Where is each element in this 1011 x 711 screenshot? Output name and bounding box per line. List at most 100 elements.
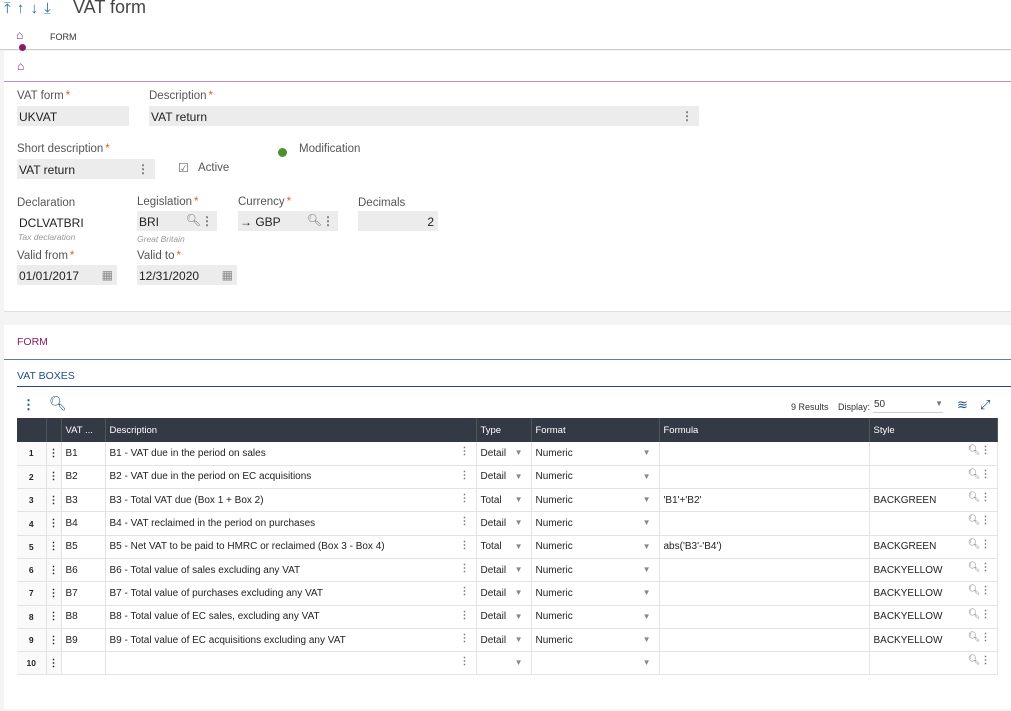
cell-description[interactable]: B1 - VAT due in the period on sales ⋮ <box>105 442 477 466</box>
column-header-type[interactable]: Type <box>476 418 532 442</box>
more-icon[interactable]: ⋮ <box>460 470 470 481</box>
cell-format[interactable]: Numeric ▼ <box>531 558 660 583</box>
row-menu-icon[interactable]: ⋮ <box>46 535 62 559</box>
search-icon[interactable]: 🔍︎ <box>968 585 981 596</box>
search-icon[interactable]: 🔍︎ <box>968 562 981 573</box>
home-icon[interactable]: ⌂ <box>16 28 23 42</box>
cell-description[interactable]: B6 - Total value of sales excluding any … <box>105 558 477 583</box>
cell-formula[interactable] <box>659 651 870 676</box>
more-icon[interactable]: ⋮ <box>201 214 213 228</box>
row-menu-icon[interactable]: ⋮ <box>46 651 62 676</box>
cell-formula[interactable] <box>659 465 870 490</box>
cell-formula[interactable]: 'B1'+'B2' <box>659 488 870 513</box>
cell-description[interactable]: ⋮ <box>105 651 477 676</box>
search-icon[interactable]: 🔍︎ <box>968 655 981 666</box>
cell-format[interactable]: Numeric ▼ <box>531 442 660 466</box>
row-menu-icon[interactable]: ⋮ <box>46 628 62 653</box>
more-icon[interactable]: ⋮ <box>981 632 991 643</box>
table-row[interactable]: 7 ⋮ B7 B7 - Total value of purchases exclud… <box>17 581 998 606</box>
more-icon[interactable]: ⋮ <box>460 586 470 597</box>
search-icon[interactable]: 🔍︎ <box>968 492 981 503</box>
cell-style[interactable]: BACKYELLOW 🔍︎ ⋮ <box>869 605 998 629</box>
layers-icon[interactable]: ≋ <box>957 397 968 413</box>
cell-format[interactable]: Numeric ▼ <box>531 465 660 490</box>
calendar-icon[interactable]: ▦ <box>222 268 233 282</box>
cell-formula[interactable] <box>659 558 870 583</box>
row-menu-icon[interactable]: ⋮ <box>46 488 62 513</box>
currency-field[interactable]: → GBP 🔍︎ ⋮ <box>238 211 338 231</box>
cell-type[interactable]: ▼ <box>476 651 532 676</box>
more-icon[interactable]: ⋮ <box>460 633 470 644</box>
cell-type[interactable]: Detail ▼ <box>476 511 532 536</box>
column-header-vat[interactable]: VAT ... <box>61 418 106 442</box>
more-icon[interactable]: ⋮ <box>460 516 470 527</box>
cell-description[interactable]: B4 - VAT reclaimed in the period on purc… <box>105 511 477 536</box>
cell-style[interactable]: BACKGREEN 🔍︎ ⋮ <box>869 535 998 559</box>
cell-type[interactable]: Total ▼ <box>476 488 532 513</box>
column-header-formula[interactable]: Formula <box>659 418 870 442</box>
search-icon[interactable]: 🔍︎ <box>49 395 67 412</box>
cell-format[interactable]: Numeric ▼ <box>531 581 660 606</box>
table-row[interactable]: 3 ⋮ B3 B3 - Total VAT due (Box 1 + Box 2) ⋮ T… <box>17 488 998 513</box>
cell-style[interactable]: BACKYELLOW 🔍︎ ⋮ <box>869 628 998 653</box>
legislation-field[interactable]: BRI 🔍︎ ⋮ <box>137 211 217 231</box>
search-icon[interactable]: 🔍︎ <box>968 469 981 480</box>
active-checkbox-icon[interactable]: ☑ <box>178 161 189 175</box>
row-menu-icon[interactable]: ⋮ <box>46 465 62 490</box>
cell-format[interactable]: Numeric ▼ <box>531 605 660 629</box>
cell-style[interactable]: BACKYELLOW 🔍︎ ⋮ <box>869 581 998 606</box>
cell-style[interactable]: BACKYELLOW 🔍︎ ⋮ <box>869 558 998 583</box>
row-menu-icon[interactable]: ⋮ <box>46 581 62 606</box>
cell-code[interactable]: B4 <box>61 511 106 536</box>
search-icon[interactable]: 🔍︎ <box>968 515 981 526</box>
cell-description[interactable]: B8 - Total value of EC sales, excluding … <box>105 605 477 629</box>
cell-code[interactable]: B5 <box>61 535 106 559</box>
search-icon[interactable]: 🔍︎ <box>307 213 322 227</box>
cell-formula[interactable] <box>659 628 870 653</box>
cell-code[interactable]: B3 <box>61 488 106 513</box>
cell-format[interactable]: Numeric ▼ <box>531 511 660 536</box>
cell-code[interactable]: B6 <box>61 558 106 583</box>
search-icon[interactable]: 🔍︎ <box>186 213 201 227</box>
cell-description[interactable]: B3 - Total VAT due (Box 1 + Box 2) ⋮ <box>105 488 477 513</box>
more-icon[interactable]: ⋮ <box>460 656 470 667</box>
row-menu-icon[interactable]: ⋮ <box>46 558 62 583</box>
expand-icon[interactable]: ⤢ <box>980 397 990 413</box>
more-icon[interactable]: ⋮ <box>681 109 693 123</box>
column-header-style[interactable]: Style <box>869 418 998 442</box>
calendar-icon[interactable]: ▦ <box>102 268 113 282</box>
cell-formula[interactable] <box>659 442 870 466</box>
more-icon[interactable]: ⋮ <box>981 609 991 620</box>
cell-format[interactable]: Numeric ▼ <box>531 535 660 559</box>
column-header-format[interactable]: Format <box>531 418 660 442</box>
description-field[interactable]: VAT return ⋮ <box>149 106 699 126</box>
cell-formula[interactable]: abs('B3'-'B4') <box>659 535 870 559</box>
more-icon[interactable]: ⋮ <box>460 540 470 551</box>
more-icon[interactable]: ⋮ <box>460 610 470 621</box>
cell-format[interactable]: Numeric ▼ <box>531 628 660 653</box>
search-icon[interactable]: 🔍︎ <box>968 609 981 620</box>
cell-type[interactable]: Total ▼ <box>476 535 532 559</box>
more-icon[interactable]: ⋮ <box>981 469 991 480</box>
cell-code[interactable]: B9 <box>61 628 106 653</box>
cell-type[interactable]: Detail ▼ <box>476 628 532 653</box>
more-icon[interactable]: ⋮ <box>460 563 470 574</box>
more-icon[interactable]: ⋮ <box>137 162 149 176</box>
more-icon[interactable]: ⋮ <box>981 445 991 456</box>
decimals-field[interactable]: 2 <box>358 211 438 231</box>
valid-from-field[interactable]: 01/01/2017 ▦ <box>17 265 117 285</box>
cell-description[interactable]: B2 - VAT due in the period on EC acquisi… <box>105 465 477 490</box>
grid-menu-icon[interactable]: ⋮ <box>22 397 35 413</box>
column-header-description[interactable]: Description <box>105 418 477 442</box>
record-navigation-icons[interactable]: ⤒ ↑ ↓ ⤓ <box>4 0 52 17</box>
row-menu-icon[interactable]: ⋮ <box>46 442 62 466</box>
cell-description[interactable]: B9 - Total value of EC acquisitions excl… <box>105 628 477 653</box>
cell-code[interactable]: B8 <box>61 605 106 629</box>
row-menu-icon[interactable]: ⋮ <box>46 605 62 629</box>
cell-style[interactable]: 🔍︎ ⋮ <box>869 442 998 466</box>
cell-description[interactable]: B5 - Net VAT to be paid to HMRC or recla… <box>105 535 477 559</box>
valid-to-field[interactable]: 12/31/2020 ▦ <box>137 265 237 285</box>
cell-formula[interactable] <box>659 605 870 629</box>
table-row[interactable]: 8 ⋮ B8 B8 - Total value of EC sales, exclud… <box>17 605 998 629</box>
cell-description[interactable]: B7 - Total value of purchases excluding … <box>105 581 477 606</box>
